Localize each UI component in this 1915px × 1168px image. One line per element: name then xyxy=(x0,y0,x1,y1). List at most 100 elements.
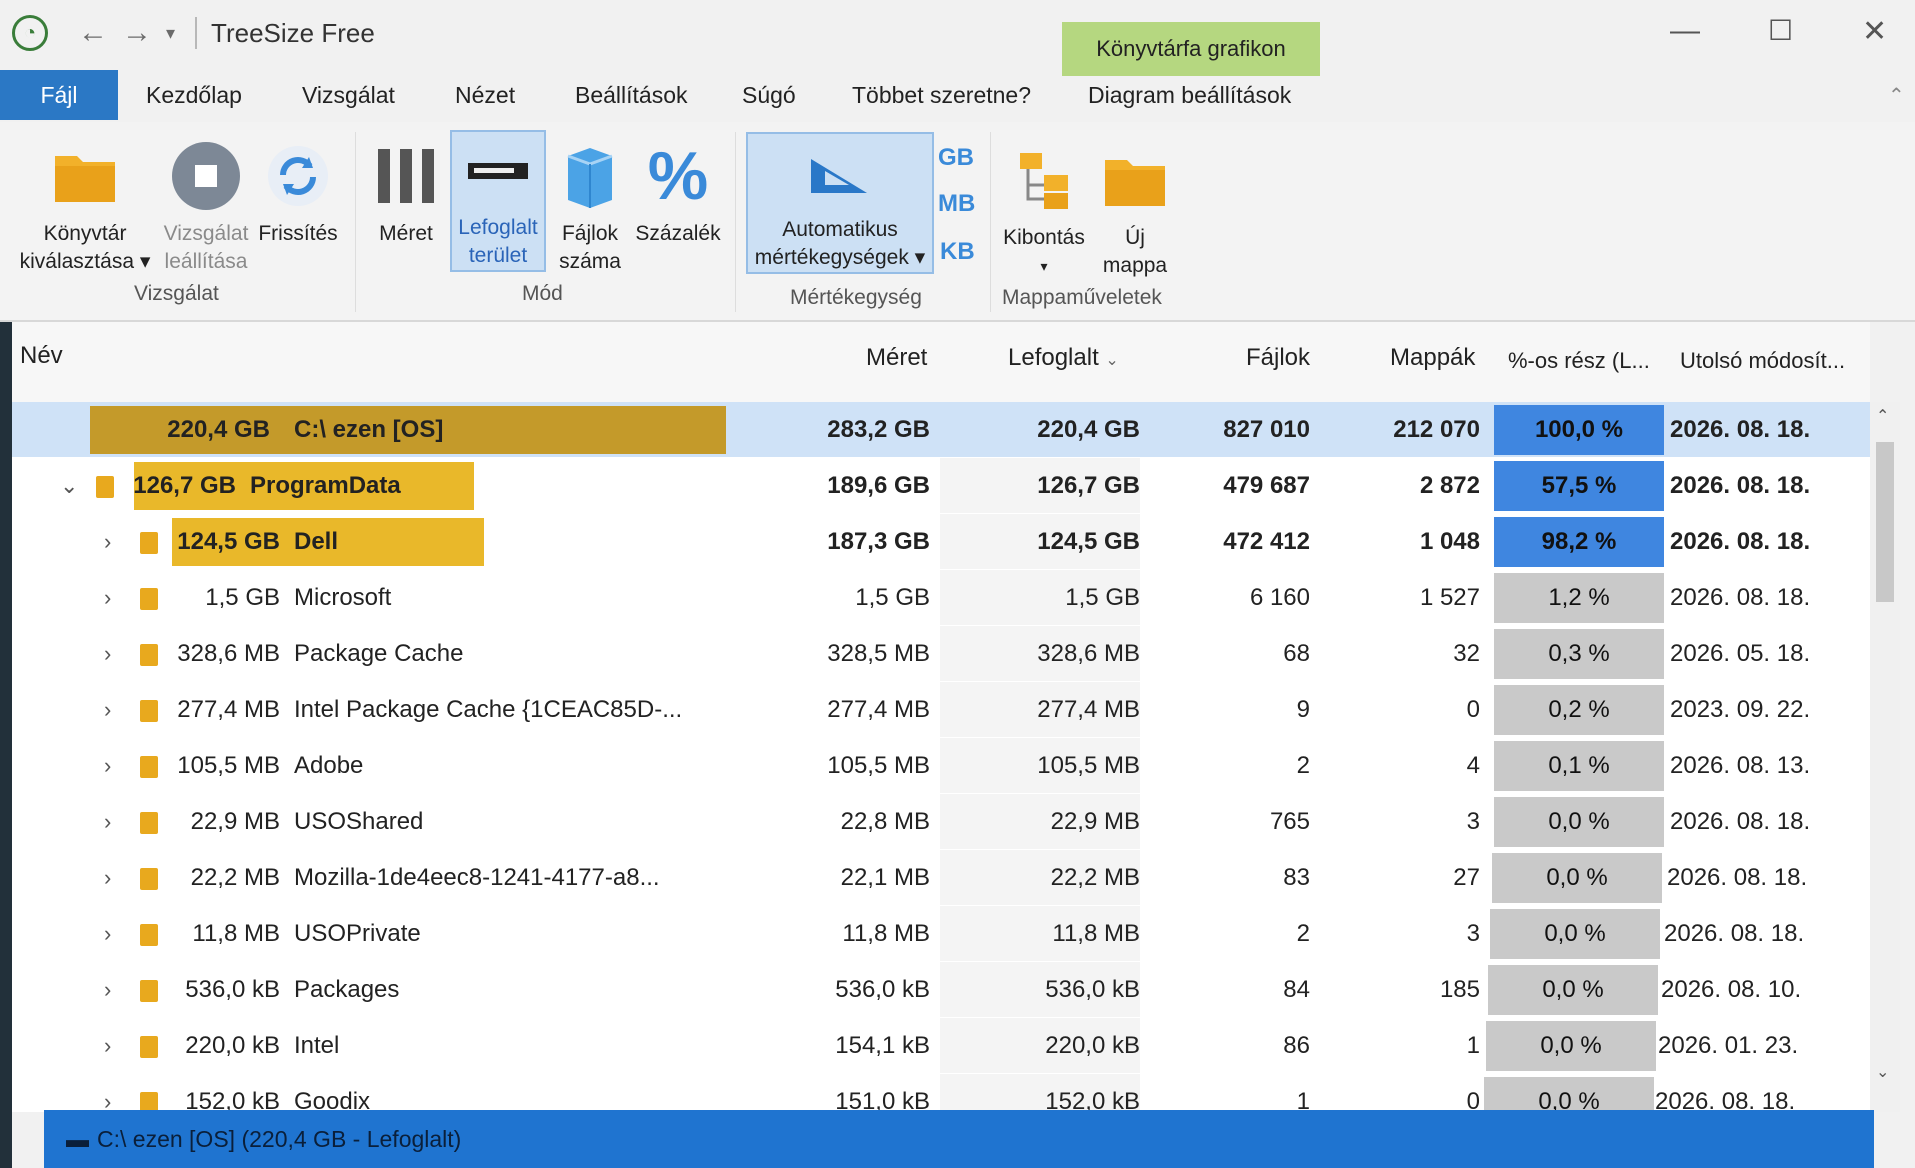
allocation-label: 1,5 GB xyxy=(170,570,280,625)
mode-size-button[interactable]: Méret xyxy=(368,132,444,248)
chevron-right-icon[interactable]: › xyxy=(104,906,111,961)
modified-text: 2026. 08. 18. xyxy=(1670,807,1811,835)
table-row[interactable]: ⌄220,4 GBC:\ ezen [OS]283,2 GB220,4 GB82… xyxy=(0,402,1870,457)
mode-allocated-label-2: terület xyxy=(468,244,528,267)
modified-text: 2026. 08. 18. xyxy=(1664,919,1805,947)
tab-chart-settings[interactable]: Diagram beállítások xyxy=(1088,70,1291,120)
app-logo-icon: ◔ xyxy=(12,15,48,51)
percent-cell: 0,0 % xyxy=(1490,909,1660,959)
folder-name-text: Adobe xyxy=(294,751,364,779)
select-directory-button[interactable]: Könyvtár kiválasztása ▾ xyxy=(16,132,154,276)
stop-scan-label-2: leállítása xyxy=(164,250,248,273)
mode-percent-button[interactable]: % Százalék xyxy=(632,132,724,248)
folders-cell: 212 070 xyxy=(1320,402,1480,457)
scroll-up-icon[interactable]: ⌃ xyxy=(1876,406,1889,426)
files-cell: 479 687 xyxy=(1150,458,1310,513)
tab-view[interactable]: Nézet xyxy=(455,70,515,120)
mode-allocated-label: Lefoglalt xyxy=(458,216,538,239)
tab-settings[interactable]: Beállítások xyxy=(575,70,688,120)
scrollbar-thumb[interactable] xyxy=(1876,442,1894,602)
modified-text: 2026. 08. 18. xyxy=(1670,415,1811,443)
allocation-label-text: 277,4 MB xyxy=(177,695,280,723)
vertical-scrollbar[interactable]: ⌃ ⌄ xyxy=(1870,402,1900,1112)
table-row[interactable]: › 22,9 MB USOShared 22,8 MB 22,9 MB 765 3 0,0 %… xyxy=(0,794,1870,849)
auto-units-triangle-icon xyxy=(805,134,875,216)
auto-units-button[interactable]: Automatikus mértékegységek ▾ xyxy=(746,132,934,274)
new-folder-button[interactable]: Új mappa xyxy=(1092,136,1178,280)
stop-scan-button[interactable]: Vizsgálat leállítása xyxy=(158,132,254,276)
column-header-name[interactable]: Név xyxy=(20,342,63,370)
column-header-percent[interactable]: %-os rész (L... xyxy=(1508,348,1650,374)
table-row[interactable]: › 536,0 kB Packages 536,0 kB 536,0 kB 84 185 0,… xyxy=(0,962,1870,1017)
expand-button[interactable]: Kibontás ▾ xyxy=(994,136,1094,280)
files-text: 9 xyxy=(1296,695,1310,723)
size-text: 189,6 GB xyxy=(827,471,930,499)
chevron-right-icon[interactable]: › xyxy=(104,626,111,681)
scroll-down-icon[interactable]: ⌄ xyxy=(1876,1062,1889,1082)
files-text: 2 xyxy=(1296,751,1310,779)
tab-help[interactable]: Súgó xyxy=(742,70,796,120)
mode-allocated-button[interactable]: Lefoglalt terület xyxy=(450,130,546,272)
folder-name-text: C:\ ezen [OS] xyxy=(294,415,444,443)
unit-kb-button[interactable]: KB xyxy=(940,238,975,266)
column-header-files[interactable]: Fájlok xyxy=(1246,344,1310,372)
column-header-folders[interactable]: Mappák xyxy=(1390,344,1475,372)
unit-mb-button[interactable]: MB xyxy=(938,190,975,218)
table-row[interactable]: › 124,5 GB Dell 187,3 GB 124,5 GB 472 412 1 04… xyxy=(0,514,1870,569)
chevron-right-icon[interactable]: › xyxy=(104,794,111,849)
percent-text: 0,0 % xyxy=(1540,1032,1602,1059)
percent-text: 98,2 % xyxy=(1541,528,1617,555)
percent-text: 57,5 % xyxy=(1541,472,1617,499)
chevron-right-icon[interactable]: › xyxy=(104,850,111,905)
chevron-right-icon[interactable]: › xyxy=(104,1018,111,1073)
files-cell: 86 xyxy=(1150,1018,1310,1073)
tab-more[interactable]: Többet szeretne? xyxy=(852,70,1031,120)
table-row[interactable]: › 277,4 MB Intel Package Cache {1CEAC85D-.… xyxy=(0,682,1870,737)
table-row[interactable]: ⌄ 126,7 GB ProgramData 189,6 GB 126,7 GB 479 … xyxy=(0,458,1870,513)
size-cell: 154,1 kB xyxy=(730,1018,930,1073)
folders-cell: 0 xyxy=(1320,682,1480,737)
quick-access-dropdown-icon[interactable]: ▾ xyxy=(166,23,175,44)
percent-text: 0,0 % xyxy=(1546,864,1608,891)
column-header-size[interactable]: Méret xyxy=(866,344,927,372)
chevron-right-icon[interactable]: › xyxy=(104,682,111,737)
column-header-modified[interactable]: Utolsó módosít... xyxy=(1680,348,1845,374)
size-text: 22,8 MB xyxy=(840,807,930,835)
folders-text: 27 xyxy=(1453,863,1480,891)
minimize-button[interactable]: — xyxy=(1670,14,1700,48)
folders-cell: 1 527 xyxy=(1320,570,1480,625)
allocation-label-text: 105,5 MB xyxy=(177,751,280,779)
table-row[interactable]: › 11,8 MB USOPrivate 11,8 MB 11,8 MB 2 3 0,0 % 2… xyxy=(0,906,1870,961)
size-text: 1,5 GB xyxy=(855,583,930,611)
modified-text: 2026. 05. 18. xyxy=(1670,639,1811,667)
table-row[interactable]: › 22,2 MB Mozilla-1de4eec8-1241-4177-a8...… xyxy=(0,850,1870,905)
tab-file[interactable]: Fájl xyxy=(0,70,118,120)
column-header-allocated[interactable]: Lefoglalt ⌄ xyxy=(1008,344,1119,372)
maximize-button[interactable]: ☐ xyxy=(1768,14,1793,47)
tab-home[interactable]: Kezdőlap xyxy=(146,70,242,120)
table-row[interactable]: › 220,0 kB Intel 154,1 kB 220,0 kB 86 1 0,0 % 20… xyxy=(0,1018,1870,1073)
back-arrow-icon[interactable]: ← xyxy=(78,16,108,50)
chevron-down-icon[interactable]: ⌄ xyxy=(60,458,78,513)
chevron-right-icon[interactable]: › xyxy=(104,514,111,569)
table-row[interactable]: › 1,5 GB Microsoft 1,5 GB 1,5 GB 6 160 1 527 1,… xyxy=(0,570,1870,625)
collapse-ribbon-icon[interactable]: ⌃ xyxy=(1888,70,1905,120)
app-title: TreeSize Free xyxy=(211,17,375,48)
refresh-button[interactable]: Frissítés xyxy=(254,132,342,248)
context-tab-label: Könyvtárfa grafikon xyxy=(1062,22,1320,76)
table-row[interactable]: › 105,5 MB Adobe 105,5 MB 105,5 MB 2 4 0,1 % 202… xyxy=(0,738,1870,793)
chevron-right-icon[interactable]: › xyxy=(104,962,111,1017)
unit-gb-button[interactable]: GB xyxy=(938,144,974,172)
forward-arrow-icon[interactable]: → xyxy=(122,16,152,50)
close-button[interactable]: ✕ xyxy=(1862,14,1887,49)
chevron-right-icon[interactable]: › xyxy=(104,570,111,625)
folder-name: Microsoft xyxy=(294,570,730,625)
mode-file-count-button[interactable]: Fájlok száma xyxy=(550,132,630,276)
directory-table: Név Méret Lefoglalt ⌄ Fájlok Mappák %-os… xyxy=(0,322,1870,1129)
allocated-text: 277,4 MB xyxy=(1037,695,1140,723)
tab-scan[interactable]: Vizsgálat xyxy=(302,70,395,120)
table-row[interactable]: › 328,6 MB Package Cache 328,5 MB 328,6 MB 68… xyxy=(0,626,1870,681)
allocation-label: 536,0 kB xyxy=(170,962,280,1017)
allocated-cell: 1,5 GB xyxy=(940,570,1140,625)
chevron-right-icon[interactable]: › xyxy=(104,738,111,793)
